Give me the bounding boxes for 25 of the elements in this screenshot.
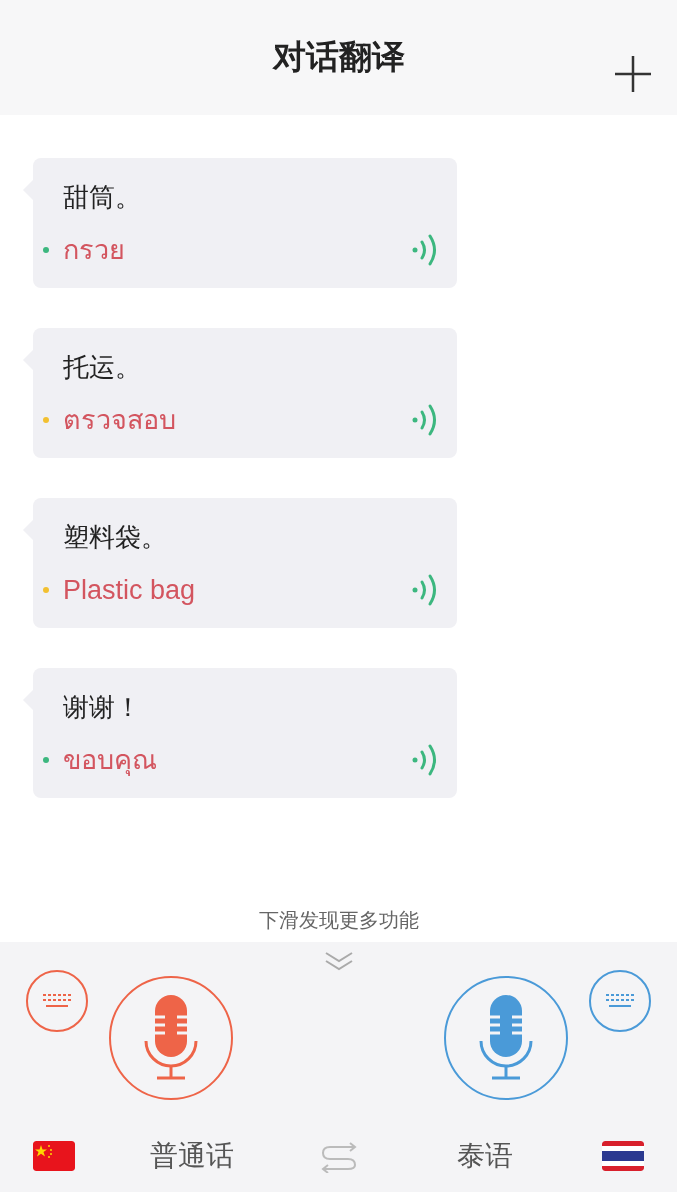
source-text: 甜筒。: [63, 181, 141, 214]
keyboard-button[interactable]: [589, 970, 651, 1032]
translation-text: กรวย: [63, 234, 125, 267]
swap-icon[interactable]: [319, 1139, 358, 1173]
microphone-button[interactable]: [109, 976, 233, 1100]
source-text: 谢谢！: [63, 691, 141, 724]
language-selector[interactable]: 普通话: [149, 1137, 234, 1175]
plus-icon[interactable]: [615, 56, 651, 92]
keyboard-button[interactable]: [26, 970, 88, 1032]
source-text: 塑料袋。: [63, 521, 167, 554]
hint-text: 下滑发现更多功能: [258, 908, 419, 933]
translation-text: ตรวจสอบ: [63, 404, 176, 437]
translation-text: ขอบคุณ: [63, 744, 157, 778]
china-flag-icon: [33, 1141, 75, 1171]
thailand-flag-icon: [602, 1141, 644, 1171]
language-selector[interactable]: 泰语: [457, 1137, 514, 1175]
keyboard-icon: [606, 994, 634, 1008]
microphone-icon: [143, 995, 199, 1081]
source-text: 托运。: [63, 351, 141, 384]
translation-text: Plastic bag: [63, 574, 196, 607]
page-title: 对话翻译: [272, 37, 405, 77]
microphone-icon: [478, 995, 534, 1081]
double-chevron-down-icon[interactable]: [324, 950, 354, 972]
microphone-button[interactable]: [444, 976, 568, 1100]
keyboard-icon: [43, 994, 71, 1008]
